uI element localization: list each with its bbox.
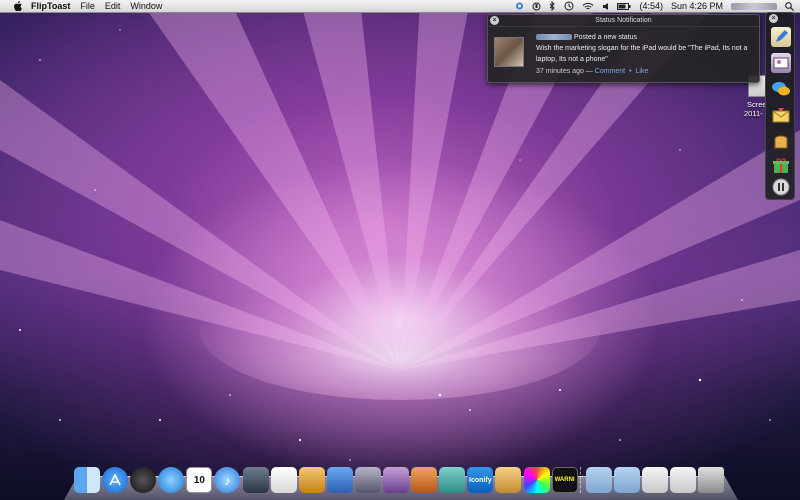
status-record-icon[interactable] [532, 2, 541, 11]
notification-meta: 37 minutes ago — Comment • Like [536, 68, 648, 75]
toast-icon[interactable] [771, 131, 791, 151]
fliptoast-sidebar: × [765, 12, 795, 200]
notification-body: Posted a new status Wish the marketing s… [536, 32, 758, 65]
user-name-redacted[interactable] [731, 2, 777, 10]
dock-xcode-icon[interactable] [326, 467, 353, 493]
calendar-day: 10 [193, 474, 205, 486]
dock-folder-icon[interactable] [585, 467, 612, 493]
notification-message: Wish the marketing slogan for the iPad w… [536, 45, 748, 63]
meta-separator: • [629, 68, 632, 75]
menu-clock[interactable]: Sun 4:26 PM [671, 1, 723, 11]
apple-menu-icon[interactable] [11, 0, 23, 12]
dock-iconify-icon[interactable]: Iconify [467, 467, 494, 493]
dock-imovie-icon[interactable] [354, 467, 381, 493]
menu-bar: FlipToast File Edit Window (4:54) Sun 4:… [0, 0, 800, 13]
dock-lock-icon[interactable] [439, 467, 466, 493]
iconify-label: Iconify [469, 476, 492, 484]
battery-time: (4:54) [639, 1, 663, 11]
pause-icon[interactable] [771, 177, 791, 197]
dock-toast-icon[interactable] [495, 467, 522, 493]
battery-icon[interactable] [617, 2, 631, 10]
spotlight-icon[interactable] [785, 1, 794, 11]
menu-file[interactable]: File [80, 1, 95, 11]
notification-time: 37 minutes ago — [536, 68, 593, 75]
dock-separator [579, 467, 584, 493]
dock-ical-icon[interactable]: 10 [186, 467, 213, 493]
menu-window[interactable]: Window [130, 1, 162, 11]
poster-name-redacted[interactable] [536, 34, 572, 41]
dock-console-icon[interactable]: WARNI [551, 467, 578, 493]
dock-app-store-icon[interactable] [102, 467, 129, 493]
status-notification: × Status Notification Posted a new statu… [487, 14, 760, 83]
bluetooth-icon[interactable] [549, 1, 556, 11]
notification-close-icon[interactable]: × [490, 16, 499, 25]
dock-iphoto-icon[interactable] [242, 467, 269, 493]
desktop-file-label-1[interactable]: Scree [747, 100, 767, 109]
dock-trash-icon[interactable] [698, 467, 725, 493]
dock-colors-icon[interactable] [523, 467, 550, 493]
wifi-icon[interactable] [582, 2, 594, 11]
volume-icon[interactable] [602, 2, 609, 11]
time-machine-icon[interactable] [564, 1, 574, 11]
notification-header: × Status Notification [488, 15, 759, 27]
dock-safari-icon[interactable] [158, 467, 185, 493]
sidebar-close-icon[interactable]: × [769, 14, 778, 23]
menu-app-name[interactable]: FlipToast [31, 1, 70, 11]
mail-icon[interactable] [771, 105, 791, 125]
like-link[interactable]: Like [635, 68, 648, 75]
comment-link[interactable]: Comment [595, 68, 625, 75]
photo-icon[interactable] [771, 53, 791, 73]
dock-textedit-icon[interactable] [270, 467, 297, 493]
dock-preview-icon[interactable] [298, 467, 325, 493]
dock-finder-icon[interactable] [74, 467, 100, 493]
dock-fliptoast-icon[interactable] [411, 467, 438, 493]
notification-action: Posted a new status [573, 34, 637, 41]
compose-icon[interactable] [771, 27, 791, 47]
status-app-icon[interactable] [515, 1, 524, 11]
dock-itunes-icon[interactable]: ♪ [214, 467, 241, 493]
avatar[interactable] [494, 37, 524, 67]
dock-dictionary-icon[interactable] [383, 467, 410, 493]
menu-edit[interactable]: Edit [105, 1, 121, 11]
dock: 10 ♪ Iconify WARNI [74, 461, 726, 493]
gift-icon[interactable] [771, 155, 791, 175]
dock-dashboard-icon[interactable] [130, 467, 157, 493]
notification-title: Status Notification [595, 17, 652, 24]
dock-mail-stack-icon[interactable] [669, 467, 696, 493]
console-label: WARNI [554, 477, 575, 483]
chat-bubbles-icon[interactable] [771, 79, 791, 99]
dock-documents-icon[interactable] [613, 467, 640, 493]
desktop-file-label-2[interactable]: 2011- [744, 109, 763, 118]
dock-downloads-icon[interactable] [641, 467, 668, 493]
